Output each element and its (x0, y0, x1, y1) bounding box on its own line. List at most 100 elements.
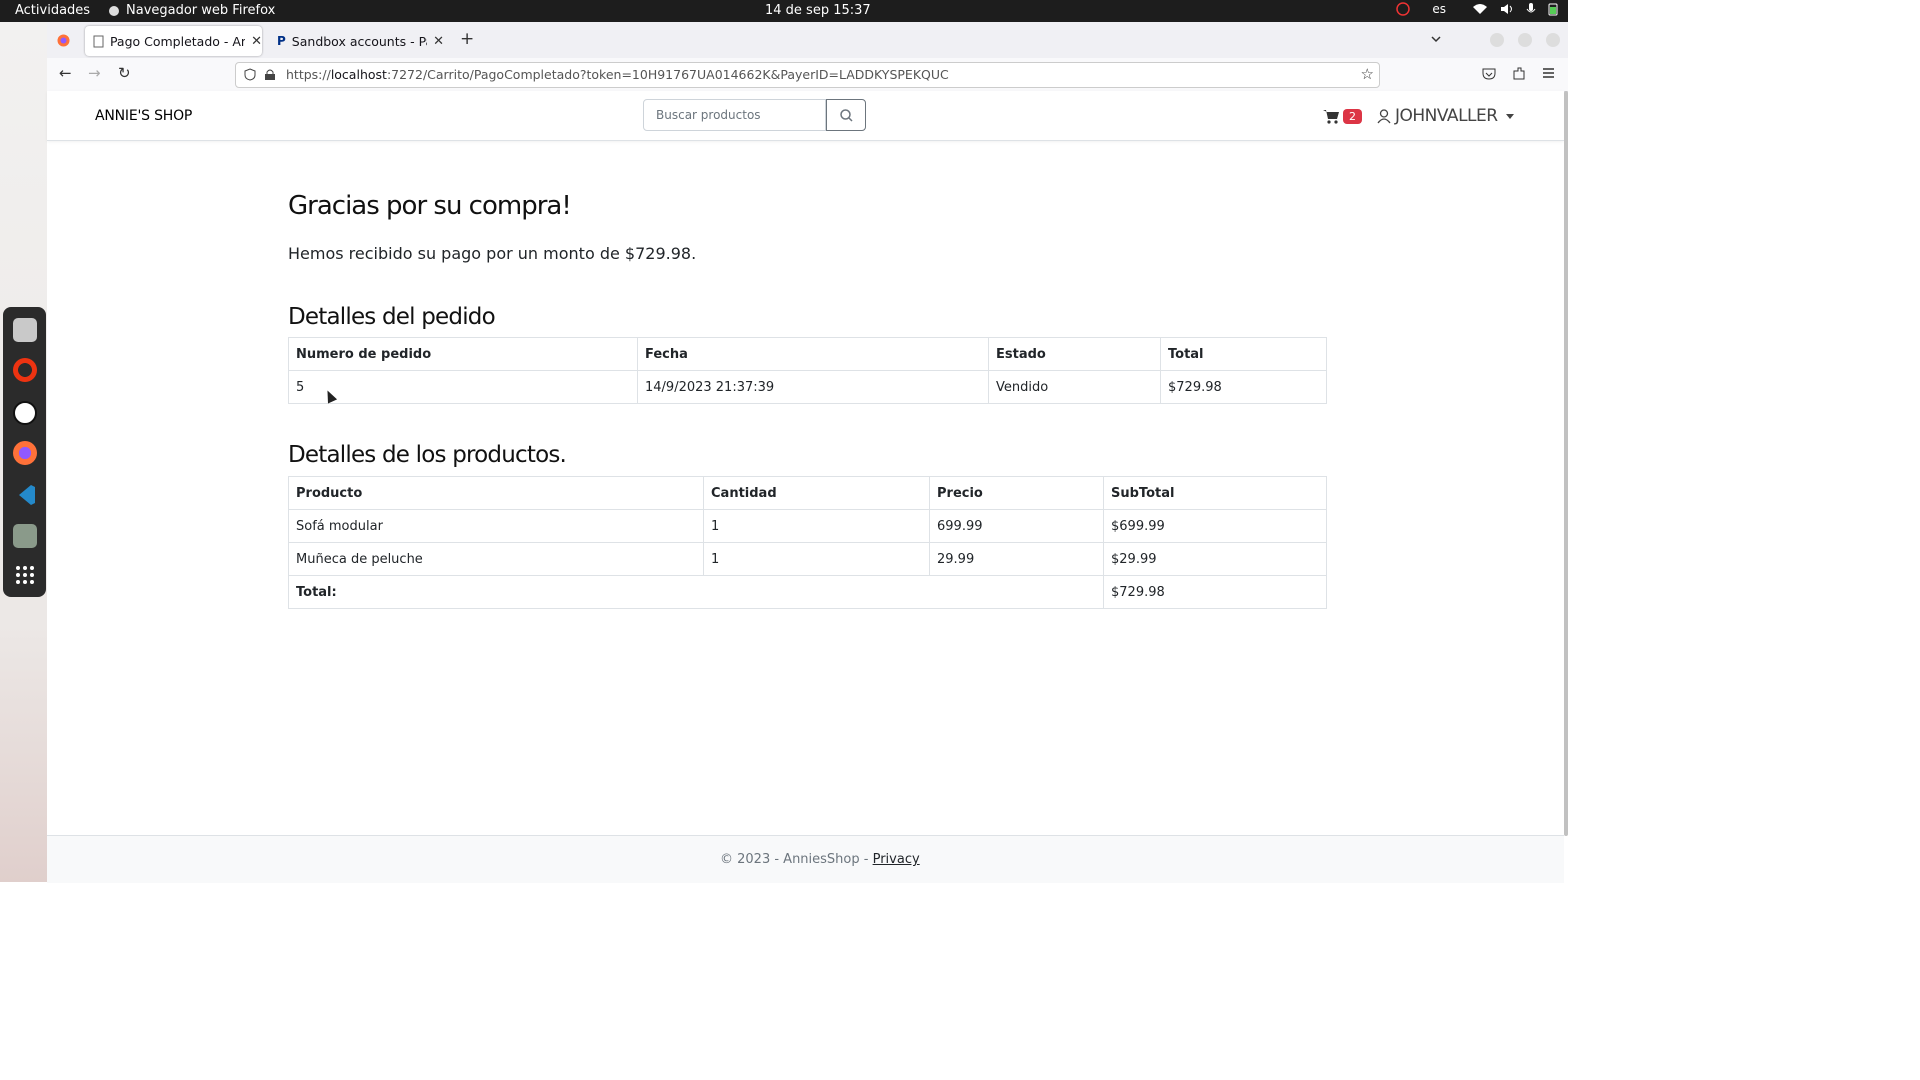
pocket-icon[interactable] (1482, 67, 1496, 80)
app-grid-icon[interactable] (13, 563, 37, 587)
navigation-toolbar: ← → ↻ https://localhost:7272/Carrito/Pag… (47, 58, 1568, 92)
column-header: Fecha (637, 337, 989, 371)
wifi-icon[interactable] (1472, 3, 1488, 15)
system-top-bar: Actividades Navegador web Firefox 14 de … (0, 0, 1568, 22)
url-host: localhost (330, 67, 387, 82)
close-window-icon[interactable] (1546, 33, 1560, 47)
column-header: SubTotal (1103, 476, 1327, 510)
search-form (643, 99, 866, 131)
new-tab-icon[interactable]: + (460, 29, 474, 49)
url-text: https://localhost:7272/Carrito/PagoCompl… (286, 67, 949, 82)
tab-pago-completado[interactable]: Pago Completado - Annie ✕ (85, 26, 262, 56)
column-header: Estado (988, 337, 1161, 371)
web-page: ANNIE'S SHOP 2 JOHNVALLER Gracias por su… (47, 91, 1564, 883)
search-button[interactable] (826, 99, 866, 131)
maximize-icon[interactable] (1518, 33, 1532, 47)
column-header: Cantidad (703, 476, 930, 510)
table-header-row: Producto Cantidad Precio SubTotal (288, 476, 1327, 510)
tab-strip: Pago Completado - Annie ✕ P Sandbox acco… (47, 22, 1568, 58)
activities-button[interactable]: Actividades (15, 3, 90, 18)
cart-count-badge: 2 (1343, 109, 1362, 124)
total-row: Total: $729.98 (288, 575, 1327, 609)
search-icon (840, 109, 853, 122)
trash-icon[interactable] (13, 524, 37, 548)
product-subtotal: $29.99 (1103, 542, 1327, 576)
order-total: $729.98 (1160, 370, 1327, 404)
vscode-icon[interactable] (13, 483, 37, 507)
url-path: :7272/Carrito/PagoCompletado?token=10H91… (386, 67, 949, 82)
order-number: 5 (288, 370, 638, 404)
tracking-shield-icon[interactable] (244, 68, 256, 81)
close-tab-icon[interactable]: ✕ (251, 34, 262, 49)
column-header: Producto (288, 476, 704, 510)
column-header: Precio (929, 476, 1104, 510)
order-date: 14/9/2023 21:37:39 (637, 370, 989, 404)
user-dropdown[interactable]: JOHNVALLER (1377, 106, 1514, 126)
table-header-row: Numero de pedido Fecha Estado Total (288, 337, 1327, 371)
order-status: Vendido (988, 370, 1161, 404)
copyright-text: © 2023 - AnniesShop - (720, 852, 873, 867)
reload-icon[interactable]: ↻ (118, 64, 131, 82)
product-details-heading: Detalles de los productos. (288, 442, 567, 468)
obs-icon[interactable] (13, 401, 37, 425)
product-quantity: 1 (703, 509, 930, 543)
total-value: $729.98 (1103, 575, 1327, 609)
lock-icon[interactable] (264, 68, 276, 81)
page-icon (93, 35, 104, 47)
table-row: Muñeca de peluche 1 29.99 $29.99 (288, 542, 1327, 576)
site-navbar: ANNIE'S SHOP 2 JOHNVALLER (47, 91, 1564, 141)
search-input[interactable] (643, 99, 826, 131)
files-icon[interactable] (13, 318, 37, 342)
opera-icon[interactable] (13, 358, 37, 382)
forward-icon[interactable]: → (88, 64, 101, 82)
cart-link[interactable]: 2 (1323, 109, 1362, 124)
tab-sandbox-accounts[interactable]: P Sandbox accounts - PayP ✕ (272, 26, 444, 56)
site-footer: © 2023 - AnniesShop - Privacy (47, 835, 1564, 883)
payment-message: Hemos recibido su pago por un monto de $… (288, 244, 697, 263)
minimize-icon[interactable] (1490, 33, 1504, 47)
url-scheme: https:// (286, 67, 331, 82)
firefox-view-icon[interactable] (57, 34, 70, 47)
volume-icon[interactable] (1500, 3, 1514, 15)
firefox-icon (109, 5, 119, 16)
page-title: Gracias por su compra! (288, 191, 572, 221)
firefox-dock-icon[interactable] (13, 441, 37, 465)
battery-icon[interactable] (1548, 2, 1558, 16)
products-table: Producto Cantidad Precio SubTotal Sofá m… (288, 476, 1327, 609)
column-header: Total (1160, 337, 1327, 371)
bookmark-star-icon[interactable]: ☆ (1361, 65, 1374, 83)
url-bar[interactable]: https://localhost:7272/Carrito/PagoCompl… (235, 62, 1380, 88)
tab-title: Sandbox accounts - PayP (291, 33, 427, 49)
close-tab-icon[interactable]: ✕ (433, 34, 444, 49)
site-brand[interactable]: ANNIE'S SHOP (95, 108, 192, 124)
microphone-icon[interactable] (1526, 2, 1536, 16)
recording-icon[interactable] (1396, 2, 1411, 16)
product-subtotal: $699.99 (1103, 509, 1327, 543)
product-price: 29.99 (929, 542, 1104, 576)
cart-icon (1323, 110, 1339, 124)
footer-text: © 2023 - AnniesShop - Privacy (720, 852, 920, 867)
app-menu[interactable]: Navegador web Firefox (108, 3, 275, 18)
extensions-icon[interactable] (1512, 66, 1526, 81)
total-label: Total: (288, 575, 1104, 609)
language-indicator[interactable]: es (1432, 2, 1446, 16)
menu-icon[interactable] (1542, 67, 1555, 79)
page-scrollbar[interactable] (1564, 91, 1568, 836)
username: JOHNVALLER (1395, 106, 1498, 126)
back-icon[interactable]: ← (59, 64, 72, 82)
user-icon (1377, 108, 1391, 123)
product-price: 699.99 (929, 509, 1104, 543)
paypal-icon: P (277, 34, 286, 48)
order-details-heading: Detalles del pedido (288, 304, 496, 330)
order-table: Numero de pedido Fecha Estado Total 5 14… (288, 337, 1327, 404)
dock (3, 307, 46, 597)
product-quantity: 1 (703, 542, 930, 576)
app-name: Navegador web Firefox (126, 3, 276, 18)
privacy-link[interactable]: Privacy (873, 852, 920, 867)
chevron-down-icon (1505, 113, 1514, 119)
column-header: Numero de pedido (288, 337, 638, 371)
tab-title: Pago Completado - Annie (109, 33, 246, 49)
list-tabs-icon[interactable] (1431, 36, 1441, 43)
clock[interactable]: 14 de sep 15:37 (765, 3, 871, 18)
product-name: Muñeca de peluche (288, 542, 704, 576)
